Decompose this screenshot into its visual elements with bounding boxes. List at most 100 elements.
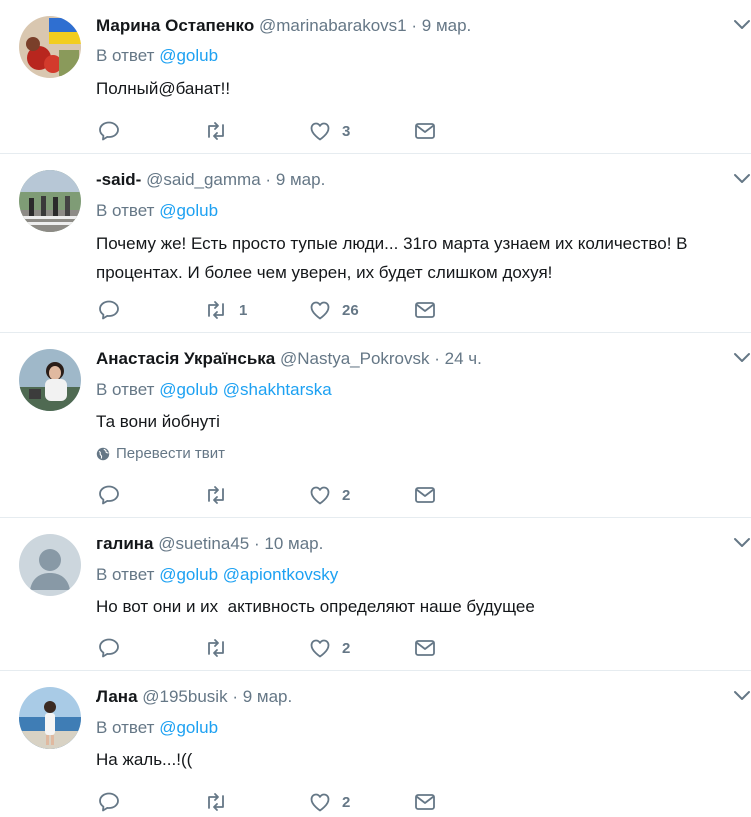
retweet-icon [208, 301, 224, 319]
reply-icon [99, 638, 119, 658]
like-button[interactable]: 2 [308, 789, 350, 815]
mention-link[interactable]: @golub [159, 718, 218, 737]
mention-link[interactable]: @shakhtarska [223, 380, 332, 399]
reply-prefix: В ответ [96, 380, 155, 399]
translate-label: Перевести твит [116, 445, 225, 462]
retweet-icon [208, 793, 224, 811]
avatar[interactable] [19, 170, 81, 232]
tweet[interactable]: Лана @195busik · 9 мар. В ответ @golub Н… [0, 671, 751, 817]
reply-icon [99, 485, 119, 505]
reply-icon [99, 792, 119, 812]
tweet[interactable]: -said- @said_gamma · 9 мар. В ответ @gol… [0, 154, 751, 333]
user-handle[interactable]: @Nastya_Pokrovsk [280, 349, 430, 368]
mention-link[interactable]: @golub [159, 201, 218, 220]
reply-button[interactable] [97, 635, 131, 661]
tweet-header: Лана @195busik · 9 мар. [96, 685, 292, 709]
tweet-text: Полный@банат!! [96, 79, 231, 98]
heart-icon [310, 301, 330, 320]
reply-context: В ответ @golub [96, 716, 218, 740]
timestamp[interactable]: 10 мар. [264, 534, 323, 553]
timestamp[interactable]: 24 ч. [445, 349, 482, 368]
retweet-icon [208, 122, 224, 140]
retweet-button[interactable] [203, 635, 239, 661]
retweet-button[interactable] [203, 789, 239, 815]
avatar[interactable] [19, 349, 81, 411]
display-name[interactable]: Марина Остапенко [96, 16, 254, 35]
reply-button[interactable] [97, 789, 131, 815]
display-name[interactable]: Лана [96, 687, 138, 706]
reply-prefix: В ответ [96, 565, 155, 584]
tweet-header: Анастасія Українська @Nastya_Pokrovsk · … [96, 347, 482, 371]
envelope-icon [415, 487, 435, 503]
like-button[interactable]: 2 [308, 482, 350, 508]
like-button[interactable]: 26 [308, 297, 359, 323]
tweet[interactable]: Анастасія Українська @Nastya_Pokrovsk · … [0, 333, 751, 518]
like-button[interactable]: 2 [308, 635, 350, 661]
user-handle[interactable]: @said_gamma [146, 170, 261, 189]
mention-link[interactable]: @golub [159, 565, 218, 584]
reply-button[interactable] [97, 118, 131, 144]
timestamp[interactable]: 9 мар. [276, 170, 326, 189]
like-count: 26 [342, 301, 359, 319]
display-name[interactable]: галина [96, 534, 154, 553]
like-count: 2 [342, 793, 351, 811]
reply-button[interactable] [97, 297, 131, 323]
dm-button[interactable] [413, 118, 437, 144]
reply-context: В ответ @golub @apiontkovsky [96, 563, 338, 587]
chevron-down-icon[interactable] [733, 18, 751, 32]
heart-icon [310, 486, 330, 505]
heart-icon [310, 122, 330, 141]
user-handle[interactable]: @marinabarakovs1 [259, 16, 407, 35]
like-count: 3 [342, 122, 351, 140]
retweet-icon [208, 639, 224, 657]
envelope-icon [415, 123, 435, 139]
avatar[interactable] [19, 687, 81, 749]
display-name[interactable]: -said- [96, 170, 141, 189]
like-button[interactable]: 3 [308, 118, 350, 144]
display-name[interactable]: Анастасія Українська [96, 349, 275, 368]
retweet-count: 1 [239, 301, 248, 319]
avatar-image [19, 170, 81, 232]
dm-button[interactable] [413, 482, 437, 508]
retweet-button[interactable] [203, 482, 239, 508]
avatar[interactable] [19, 16, 81, 78]
heart-icon [310, 639, 330, 658]
tweet-text: Та вони йобнуті [96, 412, 220, 431]
separator-dot: · [434, 349, 440, 368]
dm-button[interactable] [413, 789, 437, 815]
separator-dot: · [253, 534, 260, 553]
tweet-text: На жаль...!(( [96, 750, 193, 769]
reply-button[interactable] [97, 482, 131, 508]
chevron-down-icon[interactable] [733, 172, 751, 186]
separator-dot: · [232, 687, 238, 706]
avatar[interactable] [19, 534, 81, 596]
reply-prefix: В ответ [96, 46, 155, 65]
like-count: 2 [342, 486, 351, 504]
mention-link[interactable]: @golub [159, 46, 218, 65]
retweet-icon [208, 486, 224, 504]
tweet-header: Марина Остапенко @marinabarakovs1 · 9 ма… [96, 14, 471, 38]
user-handle[interactable]: @195busik [142, 687, 227, 706]
reply-prefix: В ответ [96, 718, 155, 737]
retweet-button[interactable] [203, 118, 239, 144]
tweet[interactable]: галина @suetina45 · 10 мар. В ответ @gol… [0, 518, 751, 671]
tweet[interactable]: Марина Остапенко @marinabarakovs1 · 9 ма… [0, 0, 751, 154]
mention-link[interactable]: @golub [159, 380, 218, 399]
timestamp[interactable]: 9 мар. [422, 16, 472, 35]
globe-icon [96, 447, 110, 461]
timestamp[interactable]: 9 мар. [243, 687, 293, 706]
tweet-header: галина @suetina45 · 10 мар. [96, 532, 323, 556]
chevron-down-icon[interactable] [733, 351, 751, 365]
chevron-down-icon[interactable] [733, 689, 751, 703]
dm-button[interactable] [413, 635, 437, 661]
mention-link[interactable]: @apiontkovsky [223, 565, 339, 584]
retweet-button[interactable]: 1 [203, 297, 247, 323]
reply-context: В ответ @golub [96, 44, 218, 68]
translate-tweet-link[interactable]: Перевести твит [96, 444, 225, 464]
separator-dot: · [265, 170, 272, 189]
user-handle[interactable]: @suetina45 [158, 534, 249, 553]
chevron-down-icon[interactable] [733, 536, 751, 550]
default-avatar-icon [19, 534, 81, 596]
dm-button[interactable] [413, 297, 437, 323]
envelope-icon [415, 794, 435, 810]
